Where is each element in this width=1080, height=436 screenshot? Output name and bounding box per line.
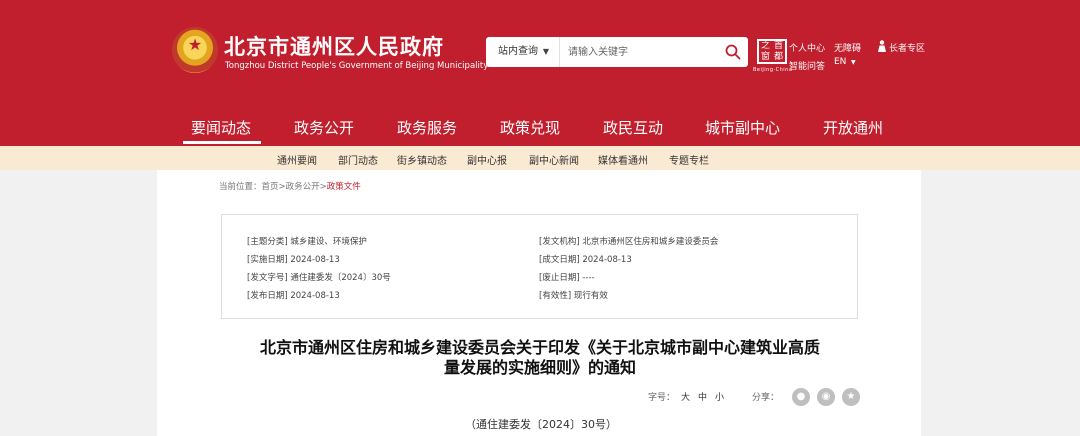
logo-char: 之 (761, 41, 771, 51)
share-label: 分享： (752, 393, 780, 403)
beijing-capital-logo[interactable]: 之 首 窗 都 (757, 39, 787, 64)
subnav-item[interactable]: 专题专栏 (669, 152, 709, 167)
search-icon[interactable] (724, 43, 742, 61)
personal-center-link[interactable]: 个人中心 (789, 41, 825, 54)
search-box: 站内查询 ▼ (486, 37, 748, 67)
subnav-item[interactable]: 媒体看通州 (598, 152, 648, 167)
meta-doc-no: [发文字号] 通住建委发〔2024〕30号 (247, 273, 391, 283)
meta-issuer: [发文机构] 北京市通州区住房和城乡建设委员会 (539, 237, 719, 247)
language-switch[interactable]: EN (834, 57, 846, 67)
site-header: ★ 北京市通州区人民政府 Tongzhou District People's … (0, 0, 1080, 146)
breadcrumb-prefix: 当前位置： (219, 182, 262, 192)
search-input[interactable] (568, 43, 708, 61)
logo-char: 窗 (761, 52, 771, 62)
chevron-down-icon: ▼ (542, 47, 549, 56)
document-title-line: 量发展的实施细则》的通知 (443, 358, 636, 377)
accessibility-link[interactable]: 无障碍 (834, 41, 861, 54)
breadcrumb-open-gov[interactable]: 政务公开 (286, 182, 320, 192)
left-margin (0, 170, 157, 436)
nav-item-news[interactable]: 要闻动态 (191, 117, 251, 138)
meta-validity: [有效性] 现行有效 (539, 291, 608, 301)
person-icon (878, 40, 886, 52)
meta-abolish-date: [废止日期] ---- (539, 273, 595, 283)
meta-theme: [主题分类] 城乡建设、环境保护 (247, 237, 367, 247)
subnav-item[interactable]: 街乡镇动态 (397, 152, 447, 167)
site-subtitle: Tongzhou District People's Government of… (225, 61, 489, 71)
site-title[interactable]: 北京市通州区人民政府 (224, 31, 444, 61)
nav-item-services[interactable]: 政务服务 (397, 117, 457, 138)
document-title: 北京市通州区住房和城乡建设委员会关于印发《关于北京城市副中心建筑业高质 量发展的… (215, 338, 865, 378)
chevron-down-icon: ▼ (851, 59, 856, 66)
subnav-item[interactable]: 通州要闻 (277, 152, 317, 167)
weibo-icon[interactable]: ◉ (817, 388, 835, 406)
subnav-item[interactable]: 部门动态 (338, 152, 378, 167)
sub-navigation: 通州要闻 部门动态 街乡镇动态 副中心报 副中心新闻 媒体看通州 专题专栏 (0, 146, 1080, 170)
breadcrumb-separator: > (319, 182, 327, 192)
logo-char: 首 (774, 41, 784, 51)
breadcrumb-separator: > (278, 182, 286, 192)
breadcrumb: 当前位置：首页>政务公开>政策文件 (219, 180, 361, 192)
meta-written-date: [成文日期] 2024-08-13 (539, 255, 632, 265)
font-size-label: 字号： (648, 393, 676, 403)
nav-item-sub-center[interactable]: 城市副中心 (705, 117, 780, 138)
nav-item-open-gov[interactable]: 政务公开 (294, 117, 354, 138)
nav-item-policy[interactable]: 政策兑现 (500, 117, 560, 138)
subnav-item[interactable]: 副中心报 (467, 152, 507, 167)
right-margin (921, 170, 1080, 436)
document-number: （通住建委发〔2024〕30号） (465, 418, 617, 431)
nav-active-indicator (183, 141, 261, 144)
qzone-star-icon[interactable]: ★ (842, 388, 860, 406)
nav-item-open-tongzhou[interactable]: 开放通州 (823, 117, 883, 138)
font-size-medium[interactable]: 中 (698, 390, 707, 403)
beijing-logo-caption: Beijing·China (753, 67, 793, 73)
smart-qa-link[interactable]: 智能问答 (789, 59, 825, 72)
search-scope-select[interactable]: 站内查询 ▼ (486, 37, 560, 67)
logo-char: 都 (774, 52, 784, 62)
font-size-small[interactable]: 小 (715, 390, 724, 403)
national-emblem-icon: ★ (172, 27, 218, 73)
meta-impl-date: [实施日期] 2024-08-13 (247, 255, 340, 265)
search-scope-label: 站内查询 (498, 46, 538, 57)
font-size-large[interactable]: 大 (681, 390, 690, 403)
wechat-icon[interactable]: ● (792, 388, 810, 406)
meta-pub-date: [发布日期] 2024-08-13 (247, 291, 340, 301)
breadcrumb-current[interactable]: 政策文件 (327, 182, 361, 192)
breadcrumb-home[interactable]: 首页 (262, 182, 279, 192)
nav-item-interaction[interactable]: 政民互动 (603, 117, 663, 138)
document-meta-panel (221, 214, 858, 319)
elder-zone-link[interactable]: 长者专区 (889, 41, 925, 54)
subnav-item[interactable]: 副中心新闻 (529, 152, 579, 167)
document-title-line: 北京市通州区住房和城乡建设委员会关于印发《关于北京城市副中心建筑业高质 (259, 338, 820, 357)
